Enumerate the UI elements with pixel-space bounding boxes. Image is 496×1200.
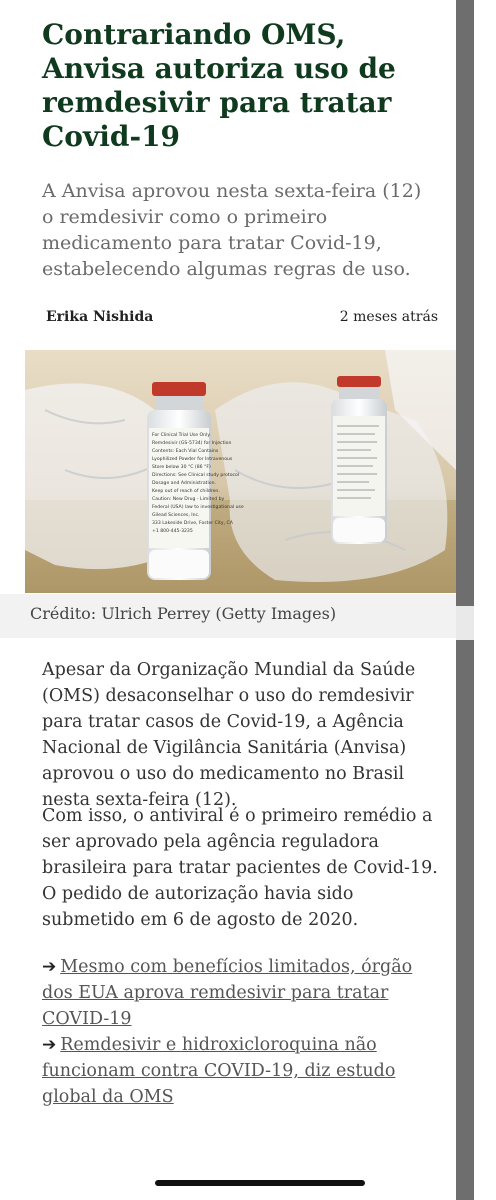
related-link-text[interactable]: Remdesivir e hidroxicloroquina não funci… xyxy=(42,1035,395,1107)
vial-label-line: Caution: New Drug - Limited by xyxy=(152,496,225,502)
scrollbar-thumb-lower[interactable] xyxy=(456,640,474,1200)
author-name[interactable]: Erika Nishida xyxy=(46,309,153,325)
related-link-item[interactable]: ➔ Remdesivir e hidroxicloroquina não func… xyxy=(42,1032,442,1110)
related-links: ➔ Mesmo com benefícios limitados, órgão d… xyxy=(42,954,442,1110)
arrow-right-icon: ➔ xyxy=(42,1035,57,1055)
article-paragraph: Com isso, o antiviral é o primeiro reméd… xyxy=(42,806,438,930)
vial-label-line: Keep out of reach of children. xyxy=(152,488,220,494)
vial-label-line: 333 Lakeside Drive, Foster City, CA xyxy=(152,520,234,526)
vial-label-line: Store below 30 °C (86 °F) xyxy=(152,464,211,470)
vial-label-line: Directions: See Clinical study protocol xyxy=(152,472,239,478)
vial-label-line: Gilead Sciences, Inc. xyxy=(152,512,200,518)
article-paragraph: Apesar da Organização Mundial da Saúde (… xyxy=(42,660,416,810)
arrow-right-icon: ➔ xyxy=(42,957,57,977)
article-headline: Contrariando OMS, Anvisa autoriza uso de… xyxy=(42,18,396,153)
photo-caption: Crédito: Ulrich Perrey (Getty Images) xyxy=(30,604,337,623)
medicine-vials-photo: For Clinical Trial Use Only Remdesivir (… xyxy=(25,350,456,593)
article-photo: For Clinical Trial Use Only Remdesivir (… xyxy=(25,350,456,593)
vial-label-line: Remdesivir (GS-5734) for Injection xyxy=(152,440,231,446)
home-indicator[interactable] xyxy=(155,1180,365,1186)
article-lead: A Anvisa aprovou nesta sexta-feira (12) … xyxy=(42,180,422,280)
scrollbar-thumb[interactable] xyxy=(456,0,474,606)
related-link-item[interactable]: ➔ Mesmo com benefícios limitados, órgão d… xyxy=(42,954,442,1032)
related-link-text[interactable]: Mesmo com benefícios limitados, órgão do… xyxy=(42,957,412,1029)
vial-label-line: Dosage and Administration. xyxy=(152,480,216,486)
vial-label-line: +1 800-445-3235 xyxy=(152,528,193,534)
vial-label-line: Federal (USA) law to investigational use xyxy=(152,504,244,510)
vial-label-line: Contents: Each Vial Contains xyxy=(152,448,219,454)
publish-time: 2 meses atrás xyxy=(339,309,438,325)
vial-label-line: For Clinical Trial Use Only xyxy=(152,432,210,438)
vial-label-line: Lyophilized Powder for Intravenous xyxy=(152,456,233,462)
